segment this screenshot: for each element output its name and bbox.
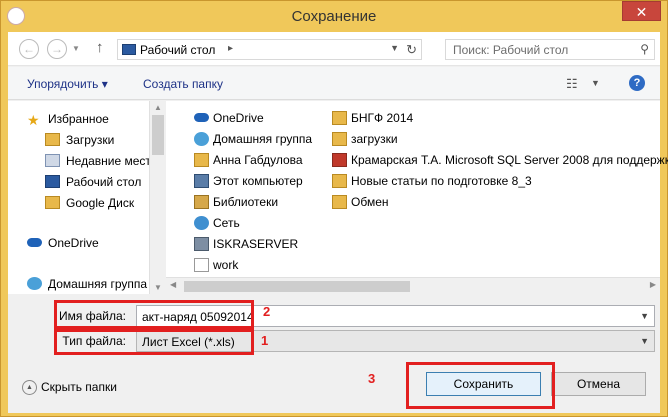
homegroup-icon <box>27 277 42 291</box>
nav-item-recent-places[interactable]: Недавние места <box>45 153 157 171</box>
shortcut-icon <box>332 131 347 146</box>
scrollbar-thumb[interactable] <box>152 115 164 155</box>
file-list: OneDrive Домашняя группа Анна Габдулова … <box>166 101 668 294</box>
highlight-box-save <box>406 362 555 409</box>
breadcrumb-chevron-icon[interactable]: ▸ <box>228 43 233 54</box>
shortcut-icon <box>332 110 347 125</box>
user-folder-icon <box>194 152 209 167</box>
computer-icon <box>194 173 209 188</box>
command-toolbar: Упорядочить ▾ Создать папку ☷ ▼ ? <box>8 67 660 100</box>
list-item[interactable]: БНГФ 2014 <box>332 110 413 130</box>
window-title: Сохранение <box>291 8 377 25</box>
desktop-icon <box>45 175 60 189</box>
nav-item-onedrive[interactable]: OneDrive <box>27 235 99 253</box>
title-bar[interactable]: Сохранение ✕ <box>1 1 667 33</box>
nav-item-google-drive[interactable]: Google Диск <box>45 195 134 213</box>
save-dialog: Сохранение ✕ ← → ▼ ↑ Рабочий стол ▸ ▼ ↻ … <box>0 0 668 417</box>
view-dropdown-icon[interactable]: ▼ <box>591 78 600 88</box>
collapse-icon: ▲ <box>22 380 37 396</box>
shortcut-icon <box>332 173 347 188</box>
scroll-down-icon[interactable]: ▼ <box>154 283 162 292</box>
desktop-icon <box>122 44 136 55</box>
list-item[interactable]: Анна Габдулова <box>194 152 303 172</box>
nav-item-downloads[interactable]: Загрузки <box>45 132 114 150</box>
server-icon <box>194 236 209 251</box>
hide-folders-button[interactable]: ▲ Скрыть папки <box>22 380 117 396</box>
annotation-marker-3: 3 <box>368 371 376 386</box>
onedrive-icon <box>27 238 42 248</box>
new-folder-button[interactable]: Создать папку <box>143 77 223 91</box>
filetype-dropdown-icon[interactable]: ▼ <box>640 336 649 346</box>
nav-item-favorites[interactable]: ★ Избранное <box>27 111 109 129</box>
list-item[interactable]: Новые статьи по подготовке 8_3 <box>332 173 532 193</box>
list-item[interactable]: Обмен <box>332 194 389 214</box>
refresh-icon[interactable]: ↻ <box>406 42 417 58</box>
help-icon[interactable]: ? <box>629 75 645 91</box>
scroll-up-icon[interactable]: ▲ <box>154 103 162 112</box>
downloads-icon <box>45 133 60 147</box>
search-icon[interactable]: ⚲ <box>640 42 649 56</box>
nav-pane-scrollbar[interactable]: ▲ ▼ <box>149 101 165 294</box>
view-options-icon[interactable]: ☷ <box>566 76 578 92</box>
shortcut-icon <box>332 194 347 209</box>
shortcut-icon <box>194 257 209 272</box>
scrollbar-thumb[interactable] <box>184 281 410 292</box>
forward-button[interactable]: → <box>47 39 67 59</box>
list-item[interactable]: work <box>194 257 238 277</box>
address-field[interactable]: Рабочий стол ▸ ▼ ↻ <box>117 39 422 60</box>
highlight-box-filename <box>54 300 254 329</box>
list-item[interactable]: загрузки <box>332 131 398 151</box>
up-button[interactable]: ↑ <box>96 39 104 56</box>
dialog-footer: ▲ Скрыть папки 3 Сохранить Отмена <box>8 358 660 413</box>
search-placeholder: Поиск: Рабочий стол <box>453 43 569 57</box>
file-list-scrollbar[interactable]: ◀ ▶ <box>166 277 660 294</box>
close-button[interactable]: ✕ <box>622 1 661 21</box>
dialog-client: ← → ▼ ↑ Рабочий стол ▸ ▼ ↻ Поиск: Рабочи… <box>8 32 668 413</box>
save-fields: Имя файла: акт-наряд 05092014 ▼ Тип файл… <box>8 295 660 355</box>
annotation-marker-2: 2 <box>263 304 271 319</box>
list-item[interactable]: Домашняя группа <box>194 131 312 151</box>
annotation-marker-1: 1 <box>261 333 269 348</box>
recent-places-icon <box>45 154 60 168</box>
list-item[interactable]: Этот компьютер <box>194 173 303 193</box>
nav-item-desktop[interactable]: Рабочий стол <box>45 174 141 192</box>
book-shortcut-icon <box>332 152 347 167</box>
back-button[interactable]: ← <box>19 39 39 59</box>
list-item[interactable]: ISKRASERVER <box>194 236 298 256</box>
organize-button[interactable]: Упорядочить ▾ <box>27 77 108 91</box>
list-item[interactable]: OneDrive <box>194 110 264 130</box>
navigation-pane: ★ Избранное Загрузки Недавние места Рабоч… <box>8 101 165 294</box>
nav-item-homegroup[interactable]: Домашняя группа <box>27 276 147 294</box>
filename-dropdown-icon[interactable]: ▼ <box>640 311 649 321</box>
address-dropdown-icon[interactable]: ▼ <box>390 43 399 53</box>
hide-folders-label: Скрыть папки <box>41 380 117 394</box>
list-item[interactable]: Библиотеки <box>194 194 278 214</box>
onedrive-icon <box>194 113 209 123</box>
google-drive-icon <box>45 196 60 210</box>
highlight-box-filetype <box>54 329 254 355</box>
recent-locations-button[interactable]: ▼ <box>72 44 80 53</box>
address-path[interactable]: Рабочий стол <box>140 43 215 57</box>
homegroup-icon <box>194 131 209 146</box>
scroll-right-icon[interactable]: ▶ <box>650 280 656 289</box>
search-input[interactable]: Поиск: Рабочий стол ⚲ <box>445 39 655 60</box>
cancel-button[interactable]: Отмена <box>551 372 646 396</box>
list-item[interactable]: Крамарская Т.А. Microsoft SQL Server 200… <box>332 152 668 172</box>
libraries-icon <box>194 194 209 209</box>
star-icon: ★ <box>27 112 40 129</box>
network-icon <box>194 215 209 230</box>
address-bar: ← → ▼ ↑ Рабочий стол ▸ ▼ ↻ Поиск: Рабочи… <box>8 32 660 66</box>
list-item[interactable]: Сеть <box>194 215 240 235</box>
scroll-left-icon[interactable]: ◀ <box>170 280 176 289</box>
